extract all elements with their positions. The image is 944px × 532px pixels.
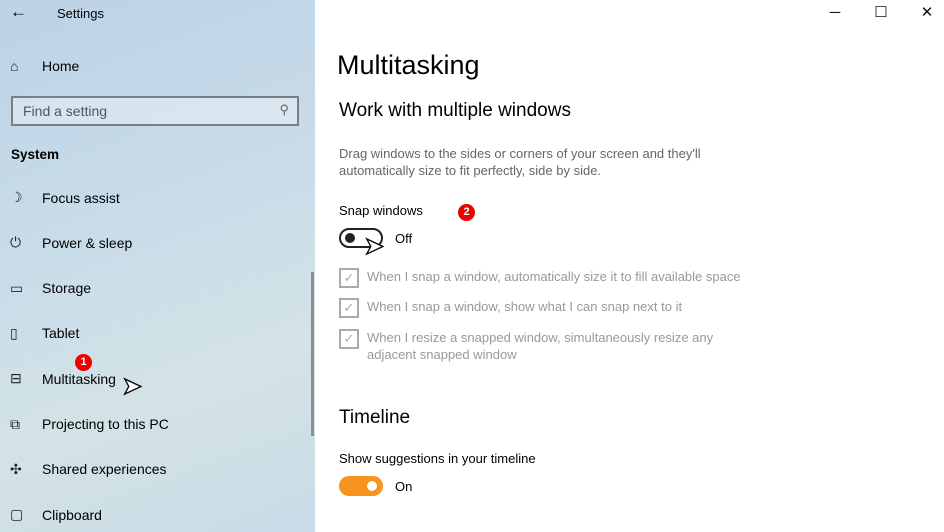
- sidebar-item-power-sleep[interactable]: ⏻ Power & sleep: [10, 234, 132, 251]
- projecting-icon: ⧉: [10, 415, 20, 432]
- sidebar-item-label: Storage: [42, 280, 92, 297]
- sidebar-item-projecting-to-this-pc[interactable]: ⧉ Projecting to this PC: [10, 416, 169, 433]
- sidebar-item-label: Projecting to this PC: [42, 416, 169, 432]
- scrollbar[interactable]: [311, 272, 314, 436]
- description: Drag windows to the sides or corners of …: [339, 146, 701, 178]
- clipboard-icon: ▢: [10, 506, 24, 523]
- step-badge-1: 1: [75, 354, 92, 371]
- sidebar-item-home[interactable]: ⌂ Home: [10, 58, 79, 74]
- checkbox-icon: ✓: [339, 268, 359, 288]
- sidebar-item-multitasking[interactable]: ⊟ Multitasking: [10, 370, 116, 387]
- option-label: When I snap a window, automatically size…: [367, 269, 741, 284]
- page-title: Multitasking: [337, 50, 480, 80]
- mouse-cursor-icon: ➤: [121, 372, 143, 400]
- section-heading-windows: Work with multiple windows: [339, 100, 571, 121]
- home-icon: ⌂: [10, 58, 19, 74]
- search-input[interactable]: Find a setting ⚲: [11, 96, 299, 126]
- sidebar-item-label: Power & sleep: [42, 234, 133, 251]
- back-arrow-icon[interactable]: ←: [10, 2, 27, 22]
- option-checkbox-2[interactable]: ✓ When I snap a window, show what I can s…: [339, 298, 682, 318]
- timeline-state: On: [395, 479, 413, 494]
- shared-icon: ✣: [10, 460, 22, 477]
- option-checkbox-1[interactable]: ✓ When I snap a window, automatically siz…: [339, 268, 741, 288]
- sidebar-item-tablet[interactable]: ▯ Tablet: [10, 325, 79, 342]
- close-button[interactable]: ✕: [904, 0, 944, 28]
- multitasking-icon: ⊟: [10, 370, 22, 387]
- sidebar-item-label: Focus assist: [42, 189, 120, 206]
- sidebar-item-label: Clipboard: [42, 506, 102, 523]
- sidebar-item-storage[interactable]: ▭ Storage: [10, 280, 91, 297]
- home-label: Home: [42, 58, 80, 74]
- step-badge-2: 2: [458, 204, 475, 221]
- storage-icon: ▭: [10, 279, 24, 296]
- sidebar-item-focus-assist[interactable]: ☽ Focus assist: [10, 189, 120, 206]
- timeline-label: Show suggestions in your timeline: [339, 451, 536, 466]
- sidebar-item-shared-experiences[interactable]: ✣ Shared experiences: [10, 461, 167, 478]
- search-placeholder: Find a setting: [23, 103, 108, 119]
- sidebar-item-label: Tablet: [42, 325, 80, 342]
- snap-state: Off: [395, 231, 413, 246]
- search-icon[interactable]: ⚲: [279, 102, 289, 118]
- window-title: Settings: [57, 6, 104, 21]
- section-heading: System: [11, 147, 60, 162]
- sidebar-item-label: Multitasking: [42, 370, 116, 387]
- moon-icon: ☽: [10, 189, 23, 205]
- power-icon: ⏻: [10, 234, 22, 251]
- mouse-cursor-icon: ➤: [363, 232, 385, 260]
- maximize-button[interactable]: ☐: [858, 0, 904, 28]
- option-label: When I resize a snapped window, simultan…: [367, 330, 714, 362]
- sidebar-item-clipboard[interactable]: ▢ Clipboard: [10, 506, 102, 523]
- sidebar-item-label: Shared experiences: [42, 461, 167, 478]
- checkbox-icon: ✓: [339, 329, 359, 349]
- sidebar: ← Settings ⌂ Home Find a setting ⚲ System …: [0, 0, 315, 532]
- timeline-toggle[interactable]: [339, 476, 383, 496]
- section-heading-timeline: Timeline: [339, 407, 411, 428]
- option-checkbox-3[interactable]: ✓ When I resize a snapped window, simulta…: [339, 329, 759, 363]
- option-label: When I snap a window, show what I can sn…: [367, 299, 683, 314]
- minimize-button[interactable]: ─: [812, 0, 858, 28]
- checkbox-icon: ✓: [339, 298, 359, 318]
- tablet-icon: ▯: [10, 324, 18, 341]
- snap-windows-label: Snap windows: [339, 203, 423, 218]
